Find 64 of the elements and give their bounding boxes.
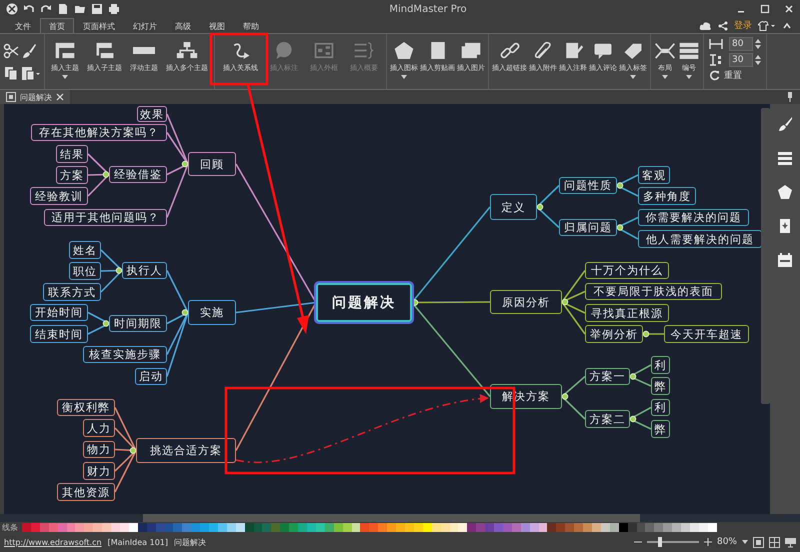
topic-node[interactable]: 方案 — [56, 166, 88, 184]
topic-node[interactable]: 方案二 — [585, 410, 630, 428]
topic-node[interactable]: 问题解决 — [316, 283, 412, 322]
topic-node[interactable]: 经验教训 — [30, 187, 88, 205]
zoom-level: 80% — [716, 537, 737, 547]
topic-node[interactable]: 客观 — [638, 166, 670, 184]
topic-node[interactable]: 启动 — [135, 368, 167, 385]
topic-node[interactable]: 寻找真正根源 — [585, 304, 669, 322]
topic-node[interactable]: 你需要解决的问题 — [638, 209, 749, 226]
topic-node[interactable]: 多种角度 — [638, 187, 696, 205]
topic-node[interactable]: 举例分析 — [585, 325, 643, 343]
spacing-field[interactable]: 80 — [729, 37, 753, 51]
topic-node[interactable]: 财力 — [83, 462, 115, 480]
topic-node[interactable]: 效果 — [137, 106, 167, 122]
menu-tab[interactable]: 帮助 — [234, 18, 268, 33]
topic-node[interactable]: 归属问题 — [559, 219, 617, 236]
topic-node[interactable]: 人力 — [83, 419, 115, 437]
topic-node[interactable]: 利 — [651, 399, 670, 416]
topic-node[interactable]: 今天开车超速 — [664, 325, 749, 343]
topic-node[interactable]: 时间期限 — [109, 315, 167, 332]
topic-node[interactable]: 不要局限于肤浅的表面 — [585, 283, 722, 300]
topic-node[interactable]: 他人需要解决的问题 — [638, 230, 762, 248]
topic-node[interactable]: 挑选合适方案 — [136, 438, 236, 463]
topic-node[interactable]: 职位 — [69, 262, 101, 280]
topic-node[interactable]: 结束时间 — [30, 325, 88, 343]
menu-tab[interactable]: 视图 — [200, 18, 234, 33]
topic-node[interactable]: 开始时间 — [30, 304, 88, 321]
topic-node[interactable]: 弊 — [651, 420, 670, 438]
topic-node[interactable]: 原因分析 — [490, 290, 562, 314]
document-tab-title: 问题解决 — [20, 92, 52, 102]
topic-node[interactable]: 适用于其他问题吗？ — [44, 209, 167, 226]
spacing-field[interactable]: 30 — [729, 53, 753, 67]
topic-node[interactable]: 定义 — [490, 194, 537, 220]
topic-node[interactable]: 核查实施步骤 — [83, 346, 167, 363]
reset-button[interactable]: 重置 — [709, 69, 742, 82]
topic-node[interactable]: 衡权利弊 — [57, 399, 115, 416]
menu-tab[interactable]: 页面样式 — [74, 18, 124, 33]
topic-node[interactable]: 方案一 — [585, 368, 630, 385]
document-tab[interactable]: 问题解决 — [0, 90, 70, 104]
topic-node[interactable]: 结果 — [56, 145, 88, 163]
topic-node[interactable]: 回顾 — [188, 152, 236, 176]
document-name: 问题解决 — [174, 536, 206, 548]
window-title: MindMaster Pro — [388, 4, 468, 14]
topic-node[interactable]: 物力 — [83, 441, 115, 458]
topic-id: [MainIdea 101] — [108, 538, 168, 546]
website-link[interactable]: http://www.edrawsoft.cn — [4, 538, 102, 546]
topic-node[interactable]: 十万个为什么 — [585, 262, 669, 279]
topic-node[interactable]: 存在其他解决方案吗？ — [31, 124, 167, 141]
topic-node[interactable]: 弊 — [651, 377, 670, 395]
menu-tab[interactable]: 幻灯片 — [124, 18, 166, 33]
login-link[interactable]: 登录 — [734, 19, 752, 32]
topic-node[interactable]: 执行人 — [122, 262, 167, 279]
topic-node[interactable]: 解决方案 — [490, 384, 562, 409]
menu-tab[interactable]: 高级 — [166, 18, 200, 33]
topic-node[interactable]: 其他资源 — [57, 483, 115, 501]
topic-node[interactable]: 联系方式 — [43, 283, 101, 301]
menu-tab[interactable]: 首页 — [40, 18, 74, 33]
topic-node[interactable]: 实施 — [188, 300, 236, 325]
topic-node[interactable]: 问题性质 — [559, 177, 617, 194]
topic-node[interactable]: 经验借鉴 — [109, 166, 167, 183]
palette-label: 线条 — [2, 522, 18, 532]
topic-node[interactable]: 姓名 — [69, 241, 101, 259]
menu-tab[interactable]: 文件 — [6, 18, 40, 33]
topic-node[interactable]: 利 — [651, 356, 670, 374]
